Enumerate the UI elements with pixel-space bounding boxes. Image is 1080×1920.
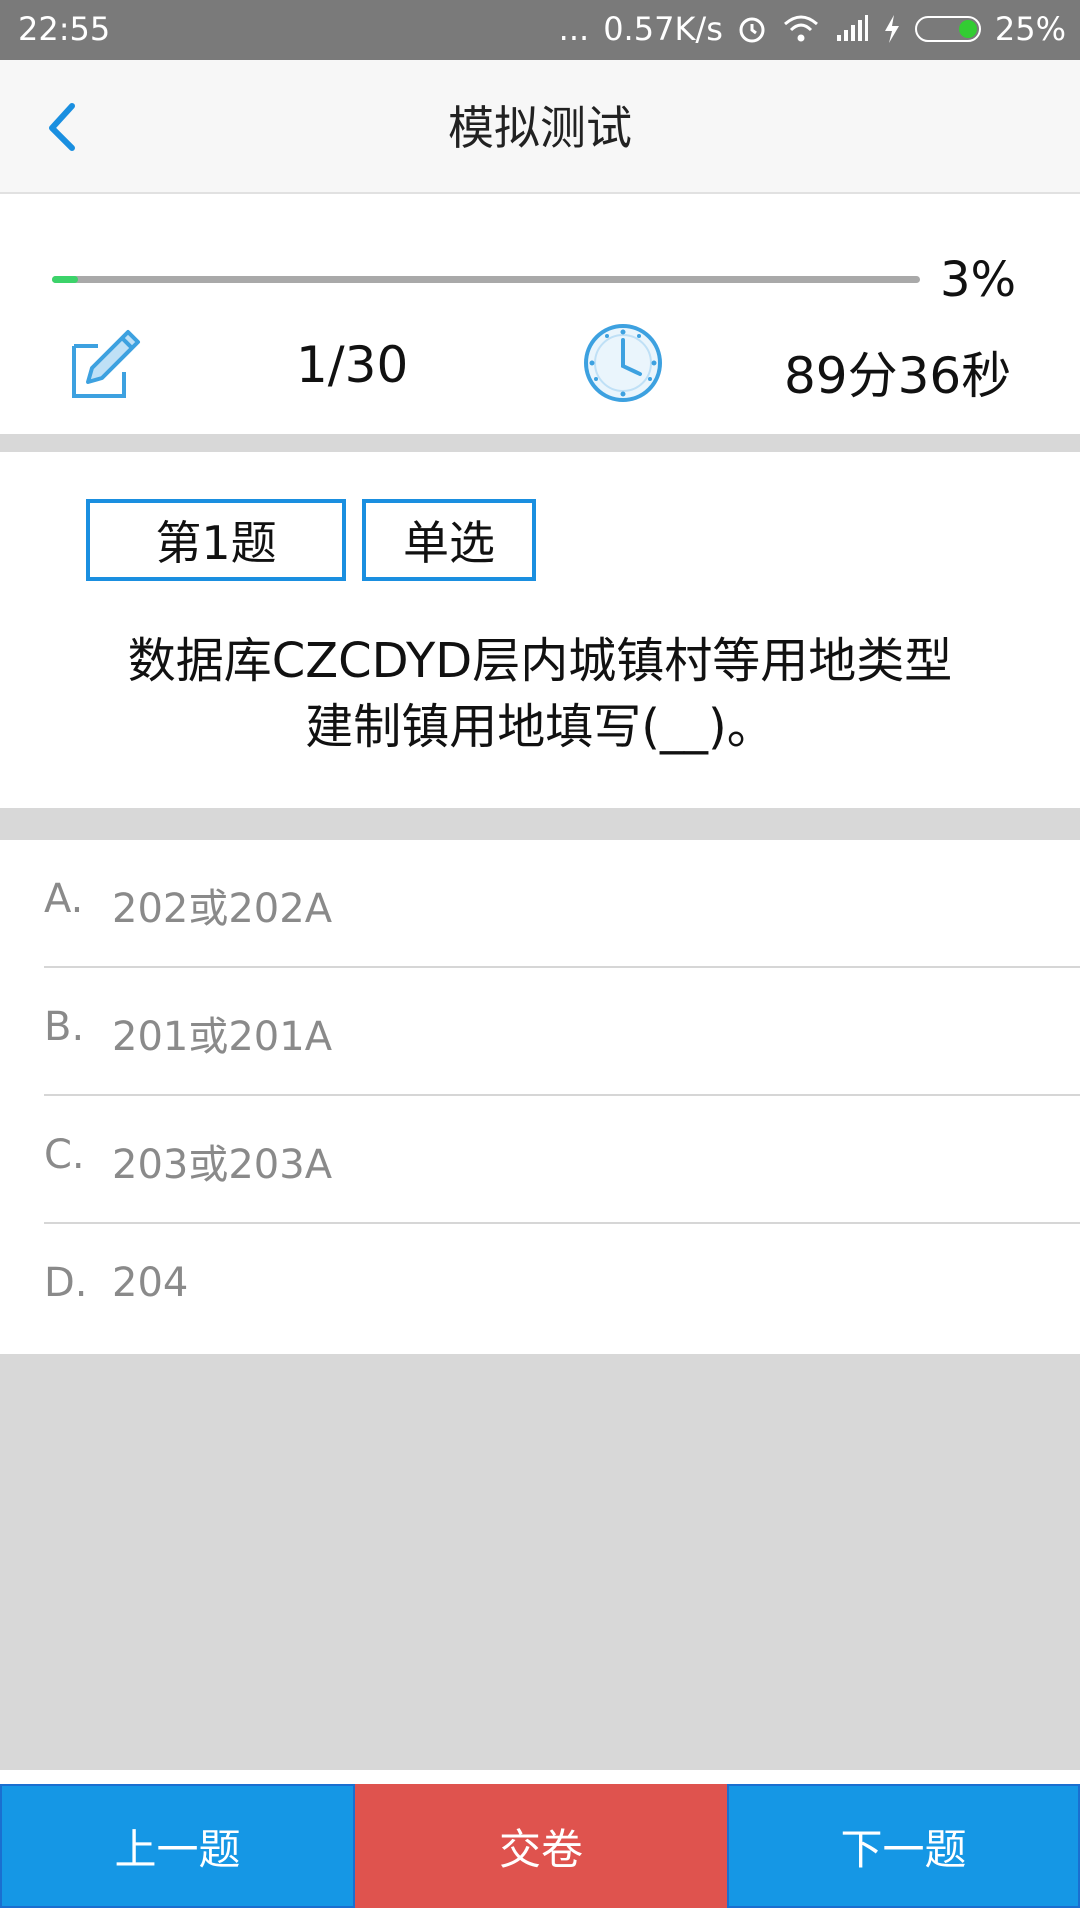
next-question-button[interactable]: 下一题 [727,1784,1080,1908]
option-text: 202或202A [112,886,333,932]
page-title: 模拟测试 [448,101,632,155]
question-counter: 1/30 [296,336,409,394]
status-bar: 22:55 ... 0.57K/s 25% [0,0,1080,60]
network-speed: 0.57K/s [603,10,723,48]
section-divider [0,434,1080,452]
battery-icon [914,16,981,42]
option-text: 204 [112,1260,189,1306]
question-text: 数据库CZCDYD层内城镇村等用地类型 建制镇用地填写(__)。 [60,628,1020,760]
question-card: 第1题 单选 数据库CZCDYD层内城镇村等用地类型 建制镇用地填写(__)。 [0,452,1080,808]
option-d[interactable]: D. 204 [44,1224,1080,1352]
question-text-line: 数据库CZCDYD层内城镇村等用地类型 [127,633,953,689]
progress-card: 3% 1/30 89分36秒 [0,194,1080,434]
battery-percent: 25% [994,10,1066,48]
option-letter: D. [44,1260,88,1306]
progress-percent: 3% [940,252,1017,308]
option-text: 203或203A [112,1142,333,1188]
section-divider [0,808,1080,842]
charging-icon [884,15,899,43]
question-text-line: 建制镇用地填写(__)。 [305,699,775,755]
question-type-tag: 单选 [362,499,536,581]
prev-question-button[interactable]: 上一题 [0,1784,355,1908]
status-time: 22:55 [18,10,111,48]
submit-exam-button[interactable]: 交卷 [355,1784,727,1908]
app-header: 模拟测试 [0,60,1080,194]
empty-area [0,1354,1080,1770]
option-letter: C. [44,1132,85,1178]
option-a[interactable]: A. 202或202A [44,840,1080,968]
alarm-icon [739,17,765,43]
option-b[interactable]: B. 201或201A [44,968,1080,1096]
bottom-nav-bar: 上一题 交卷 下一题 [0,1784,1080,1920]
progress-bar [52,276,920,283]
more-dots-icon: ... [558,10,590,48]
option-c[interactable]: C. 203或203A [44,1096,1080,1224]
time-remaining: 89分36秒 [784,347,1012,405]
wifi-icon [783,15,818,42]
answer-options: A. 202或202A B. 201或201A C. 203或203A D. 2… [0,840,1080,1354]
question-number-tag: 第1题 [86,499,346,581]
clock-icon [584,324,662,402]
option-text: 201或201A [112,1014,333,1060]
signal-icon [836,15,868,41]
status-icons: ... 0.57K/s 25% [559,10,1066,48]
edit-icon [72,330,140,398]
option-letter: B. [44,1004,85,1050]
progress-bar-fill [52,276,79,283]
option-letter: A. [44,876,84,922]
